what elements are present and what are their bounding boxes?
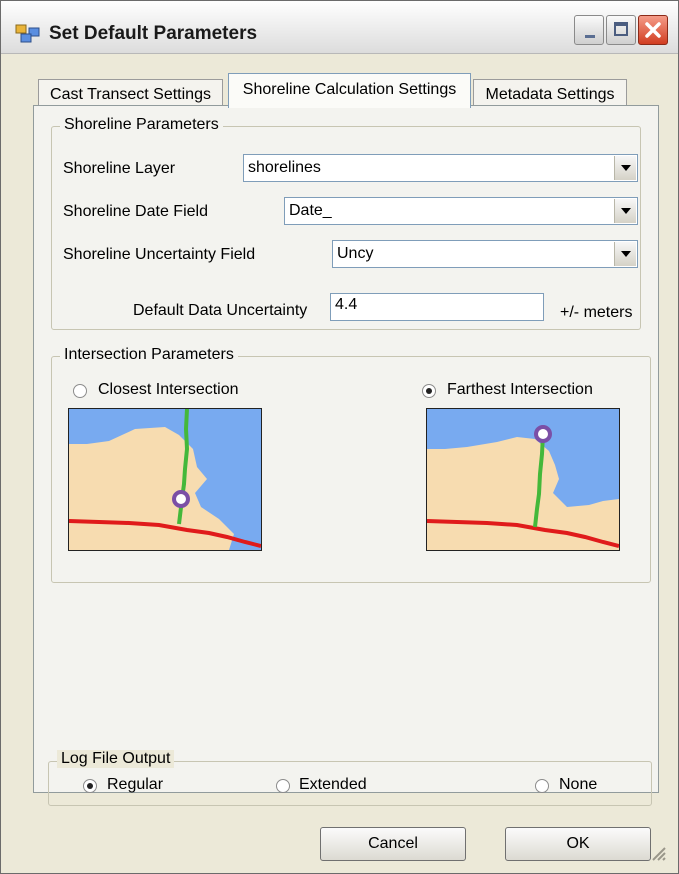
closest-intersection-label[interactable]: Closest Intersection bbox=[98, 381, 239, 399]
closest-intersection-diagram bbox=[68, 408, 262, 551]
log-extended-label[interactable]: Extended bbox=[299, 776, 367, 794]
shoreline-date-value: Date_ bbox=[289, 202, 332, 219]
close-icon bbox=[645, 22, 661, 38]
log-extended-radio[interactable] bbox=[276, 779, 290, 793]
app-icon bbox=[15, 24, 40, 43]
maximize-button[interactable] bbox=[606, 15, 636, 45]
log-regular-radio[interactable] bbox=[83, 779, 97, 793]
log-file-output-group: Log File Output Regular Extended None bbox=[48, 750, 652, 806]
shoreline-date-select[interactable]: Date_ bbox=[284, 197, 638, 225]
group-title: Shoreline Parameters bbox=[60, 116, 223, 134]
resize-grip-icon[interactable] bbox=[648, 843, 666, 861]
maximize-icon bbox=[614, 22, 628, 36]
default-uncertainty-value: 4.4 bbox=[335, 296, 358, 313]
minimize-button[interactable] bbox=[574, 15, 604, 45]
dropdown-arrow-icon[interactable] bbox=[614, 156, 636, 180]
tab-shoreline-calculation[interactable]: Shoreline Calculation Settings bbox=[228, 73, 471, 108]
minimize-icon bbox=[585, 35, 595, 38]
tab-panel: Shoreline Parameters Shoreline Layer sho… bbox=[33, 105, 659, 793]
window-title: Set Default Parameters bbox=[49, 23, 258, 44]
shoreline-date-label: Shoreline Date Field bbox=[63, 203, 208, 220]
tab-metadata[interactable]: Metadata Settings bbox=[473, 79, 627, 107]
closest-intersection-radio[interactable] bbox=[73, 384, 87, 398]
intersection-point bbox=[534, 425, 552, 443]
shoreline-uncertainty-label: Shoreline Uncertainty Field bbox=[63, 246, 256, 263]
default-uncertainty-label: Default Data Uncertainty bbox=[133, 302, 308, 319]
farthest-intersection-radio[interactable] bbox=[422, 384, 436, 398]
shoreline-layer-label: Shoreline Layer bbox=[63, 160, 176, 177]
dialog-window: Set Default Parameters Cast Transect Set… bbox=[0, 0, 679, 874]
intersection-point bbox=[172, 490, 190, 508]
log-none-label[interactable]: None bbox=[559, 776, 597, 794]
dialog-client: Cast Transect Settings Shoreline Calcula… bbox=[7, 56, 672, 867]
tab-cast-transect[interactable]: Cast Transect Settings bbox=[38, 79, 223, 107]
shoreline-layer-select[interactable]: shorelines bbox=[243, 154, 638, 182]
farthest-intersection-label[interactable]: Farthest Intersection bbox=[447, 381, 593, 399]
log-none-radio[interactable] bbox=[535, 779, 549, 793]
group-title: Log File Output bbox=[57, 750, 175, 768]
close-button[interactable] bbox=[638, 15, 668, 45]
units-label: +/- meters bbox=[560, 304, 633, 321]
default-uncertainty-input[interactable]: 4.4 bbox=[330, 293, 544, 321]
dropdown-arrow-icon[interactable] bbox=[614, 199, 636, 223]
log-regular-label[interactable]: Regular bbox=[107, 776, 163, 794]
shoreline-uncertainty-value: Uncy bbox=[337, 245, 374, 262]
shoreline-uncertainty-select[interactable]: Uncy bbox=[332, 240, 638, 268]
cancel-button[interactable]: Cancel bbox=[320, 827, 466, 861]
dropdown-arrow-icon[interactable] bbox=[614, 242, 636, 266]
shoreline-layer-value: shorelines bbox=[248, 159, 321, 176]
title-bar[interactable]: Set Default Parameters bbox=[1, 1, 678, 54]
shoreline-parameters-group: Shoreline Parameters Shoreline Layer sho… bbox=[51, 116, 641, 330]
intersection-parameters-group: Intersection Parameters Closest Intersec… bbox=[51, 346, 651, 583]
ok-button[interactable]: OK bbox=[505, 827, 651, 861]
group-title: Intersection Parameters bbox=[60, 346, 238, 364]
farthest-intersection-diagram bbox=[426, 408, 620, 551]
